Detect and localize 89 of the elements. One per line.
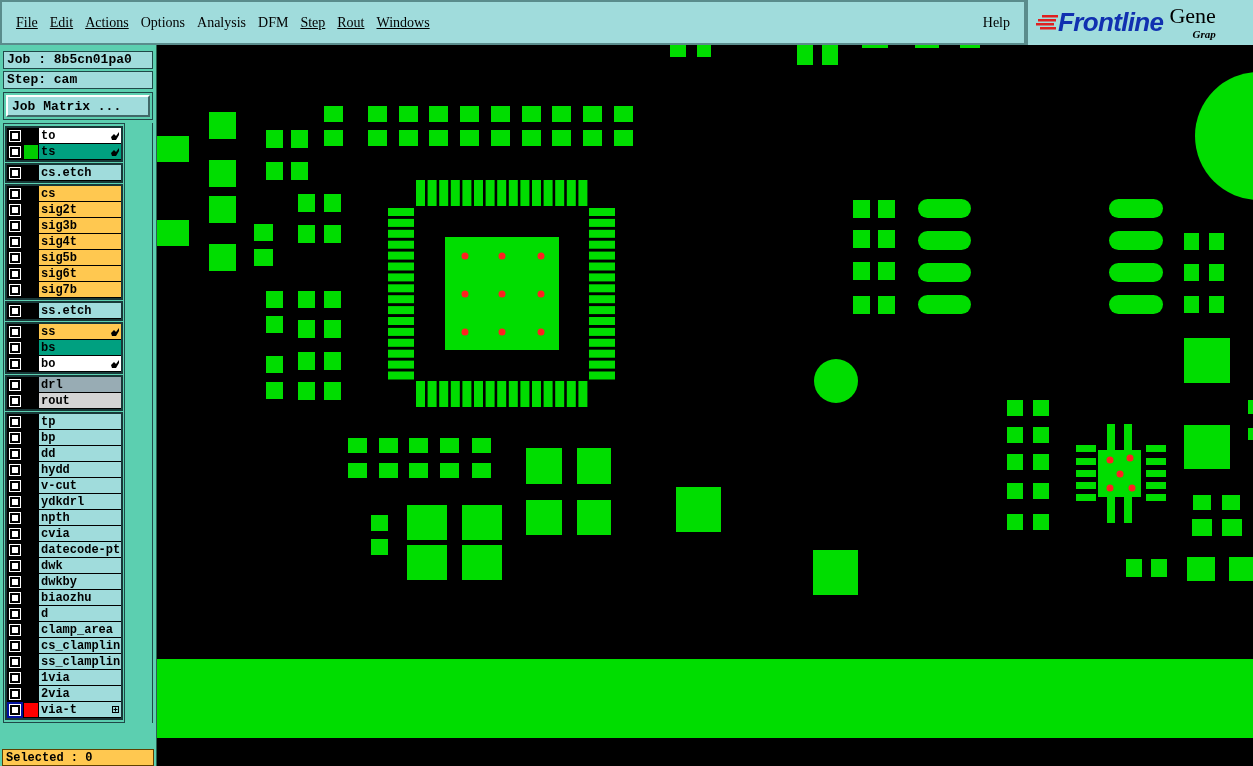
layer-checkbox[interactable] bbox=[10, 561, 20, 571]
layer-name[interactable]: cvia bbox=[39, 526, 121, 542]
layer-name[interactable]: cs_clamplin bbox=[39, 638, 121, 654]
layer-color-swatch[interactable] bbox=[24, 703, 38, 717]
layer-checkbox[interactable] bbox=[10, 237, 20, 247]
layer-name[interactable]: bo bbox=[39, 356, 121, 372]
layer-checkbox[interactable] bbox=[10, 529, 20, 539]
layer-checkbox[interactable] bbox=[10, 433, 20, 443]
layer-checkbox[interactable] bbox=[10, 306, 20, 316]
layer-checkbox[interactable] bbox=[10, 380, 20, 390]
layer-name[interactable]: ss bbox=[39, 324, 121, 340]
layer-name[interactable]: sig5b bbox=[39, 250, 121, 266]
step-name-field: Step: cam bbox=[3, 71, 153, 89]
layer-color-swatch[interactable] bbox=[24, 145, 38, 159]
layer-checkbox[interactable] bbox=[10, 221, 20, 231]
layer-name[interactable]: sig3b bbox=[39, 218, 121, 234]
menu-item[interactable]: Rout bbox=[331, 12, 371, 33]
layer-checkbox[interactable] bbox=[10, 269, 20, 279]
layer-name[interactable]: cs bbox=[39, 186, 121, 202]
layer-checkbox[interactable] bbox=[10, 577, 20, 587]
layer-name[interactable]: 2via bbox=[39, 686, 121, 702]
layer-checkbox[interactable] bbox=[10, 625, 20, 635]
layer-checkbox[interactable] bbox=[10, 343, 20, 353]
job-name-field: Job : 8b5cn01pa0 bbox=[3, 51, 153, 69]
layer-name[interactable]: v-cut bbox=[39, 478, 121, 494]
menu-item[interactable]: Edit bbox=[43, 12, 80, 33]
layer-checkbox[interactable] bbox=[10, 449, 20, 459]
layer-name[interactable]: sig4t bbox=[39, 234, 121, 250]
layer-checkbox[interactable] bbox=[10, 673, 20, 683]
menu-item[interactable]: Analysis bbox=[191, 12, 253, 33]
layer-checkbox[interactable] bbox=[10, 327, 20, 337]
layer-checkbox[interactable] bbox=[10, 641, 20, 651]
selection-status: Selected : 0 bbox=[2, 749, 154, 766]
layer-name[interactable]: rout bbox=[39, 393, 121, 409]
layer-checkbox[interactable] bbox=[10, 465, 20, 475]
layer-name[interactable]: via-t bbox=[39, 702, 121, 718]
menu-item[interactable]: Step bbox=[294, 12, 332, 33]
layer-name[interactable]: ydkdrl bbox=[39, 494, 121, 510]
layer-checkbox[interactable] bbox=[10, 417, 20, 427]
layer-name[interactable]: cs.etch bbox=[39, 165, 121, 181]
layer-name[interactable]: to bbox=[39, 128, 121, 144]
product-subtitle: Grap bbox=[1192, 29, 1216, 40]
job-matrix-button[interactable]: Job Matrix ... bbox=[6, 95, 150, 117]
menu-item[interactable]: Options bbox=[134, 12, 192, 33]
layer-checkbox[interactable] bbox=[10, 657, 20, 667]
layer-checkbox[interactable] bbox=[10, 168, 20, 178]
menu-item[interactable]: DFM bbox=[252, 12, 295, 33]
layer-checkbox[interactable] bbox=[10, 253, 20, 263]
logo-stripes-icon bbox=[1036, 12, 1058, 33]
layer-name[interactable]: drl bbox=[39, 377, 121, 393]
product-name: Gene bbox=[1169, 5, 1216, 27]
layer-checkbox[interactable] bbox=[10, 593, 20, 603]
layer-checkbox[interactable] bbox=[10, 359, 20, 369]
layer-name[interactable]: bp bbox=[39, 430, 121, 446]
layer-name[interactable]: hydd bbox=[39, 462, 121, 478]
layer-checkbox[interactable] bbox=[10, 545, 20, 555]
logo-wordmark: Frontline bbox=[1058, 6, 1164, 39]
layer-checkbox[interactable] bbox=[10, 131, 20, 141]
layer-name[interactable]: dwk bbox=[39, 558, 121, 574]
layer-name[interactable]: bs bbox=[39, 340, 121, 356]
menu-item[interactable]: Actions bbox=[79, 12, 135, 33]
layer-checkbox[interactable] bbox=[10, 147, 20, 157]
layer-name[interactable]: clamp_area bbox=[39, 622, 121, 638]
layer-name[interactable]: ss_clamplin bbox=[39, 654, 121, 670]
menu-item[interactable]: Windows bbox=[370, 12, 436, 33]
layer-name[interactable]: ss.etch bbox=[39, 303, 121, 319]
layer-checkbox[interactable] bbox=[10, 513, 20, 523]
layer-name[interactable]: datecode-pt bbox=[39, 542, 121, 558]
layer-name[interactable]: tp bbox=[39, 414, 121, 430]
layer-checkbox[interactable] bbox=[10, 609, 20, 619]
layer-name[interactable]: sig6t bbox=[39, 266, 121, 282]
layer-name[interactable]: biaozhu bbox=[39, 590, 121, 606]
layer-checkbox[interactable] bbox=[10, 285, 20, 295]
layer-checkbox[interactable] bbox=[10, 189, 20, 199]
layer-checkbox[interactable] bbox=[10, 689, 20, 699]
layer-checkbox[interactable] bbox=[10, 205, 20, 215]
layer-name[interactable]: sig7b bbox=[39, 282, 121, 298]
layer-name[interactable]: 1via bbox=[39, 670, 121, 686]
layer-name[interactable]: npth bbox=[39, 510, 121, 526]
layer-checkbox[interactable] bbox=[10, 396, 20, 406]
layer-name[interactable]: dwkby bbox=[39, 574, 121, 590]
help-menu[interactable]: Help bbox=[976, 12, 1016, 33]
layer-checkbox[interactable] bbox=[10, 497, 20, 507]
layer-name[interactable]: sig2t bbox=[39, 202, 121, 218]
layer-name[interactable]: d bbox=[39, 606, 121, 622]
layer-checkbox[interactable] bbox=[10, 481, 20, 491]
menu-item[interactable]: File bbox=[10, 12, 44, 33]
layer-name[interactable]: dd bbox=[39, 446, 121, 462]
layer-name[interactable]: ts bbox=[39, 144, 121, 160]
